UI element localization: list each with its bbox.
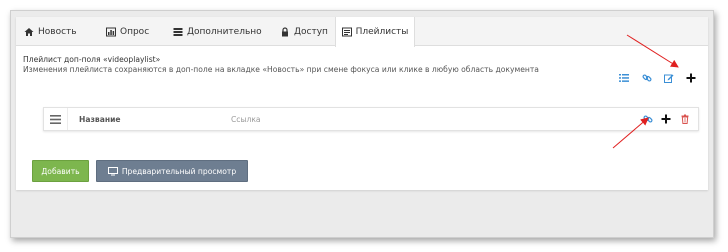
tab-additional-label: Дополнительно (187, 26, 262, 37)
monitor-icon (107, 166, 118, 175)
add-button-label: Добавить (41, 166, 80, 176)
tab-news[interactable]: Новость (24, 17, 77, 46)
tab-poll[interactable]: Опрос (106, 17, 149, 46)
link-icon[interactable] (642, 73, 652, 83)
plus-icon[interactable] (661, 114, 671, 124)
tab-bar: Новость Опрос Дополнительно Доступ Плейл… (16, 17, 708, 47)
tab-poll-label: Опрос (120, 26, 150, 37)
link-icon[interactable] (643, 114, 653, 124)
list-icon (173, 27, 183, 36)
playlist-icon (341, 27, 352, 37)
row-link-field[interactable]: Ссылка (231, 115, 261, 124)
tab-playlists[interactable]: Плейлисты (335, 17, 415, 47)
list-icon[interactable] (619, 73, 629, 83)
trash-icon[interactable] (680, 114, 690, 124)
plus-icon[interactable] (686, 73, 696, 83)
chart-icon (106, 27, 116, 36)
tab-playlists-label: Плейлисты (355, 27, 409, 37)
preview-button-label: Предварительный просмотр (121, 166, 237, 176)
hamburger-icon (50, 114, 61, 124)
section-title: Плейлист доп-поля «videoplaylist» (23, 55, 161, 64)
tab-news-label: Новость (38, 26, 77, 37)
section-description: Изменения плейлиста сохраняются в доп-по… (23, 65, 539, 74)
playlist-row: Название Ссылка (43, 107, 699, 131)
tab-access-label: Доступ (294, 26, 328, 37)
edit-icon[interactable] (664, 73, 674, 83)
row-name-field[interactable]: Название (79, 115, 121, 124)
drag-handle[interactable] (44, 108, 68, 130)
editor-card: Новость Опрос Дополнительно Доступ Плейл… (16, 17, 708, 190)
tab-additional[interactable]: Дополнительно (173, 17, 262, 46)
lock-icon (282, 26, 288, 36)
window-frame: Новость Опрос Дополнительно Доступ Плейл… (10, 10, 714, 238)
home-icon (24, 27, 34, 36)
tab-access[interactable]: Доступ (280, 17, 328, 46)
add-button[interactable]: Добавить (32, 160, 89, 182)
preview-button[interactable]: Предварительный просмотр (96, 160, 248, 182)
